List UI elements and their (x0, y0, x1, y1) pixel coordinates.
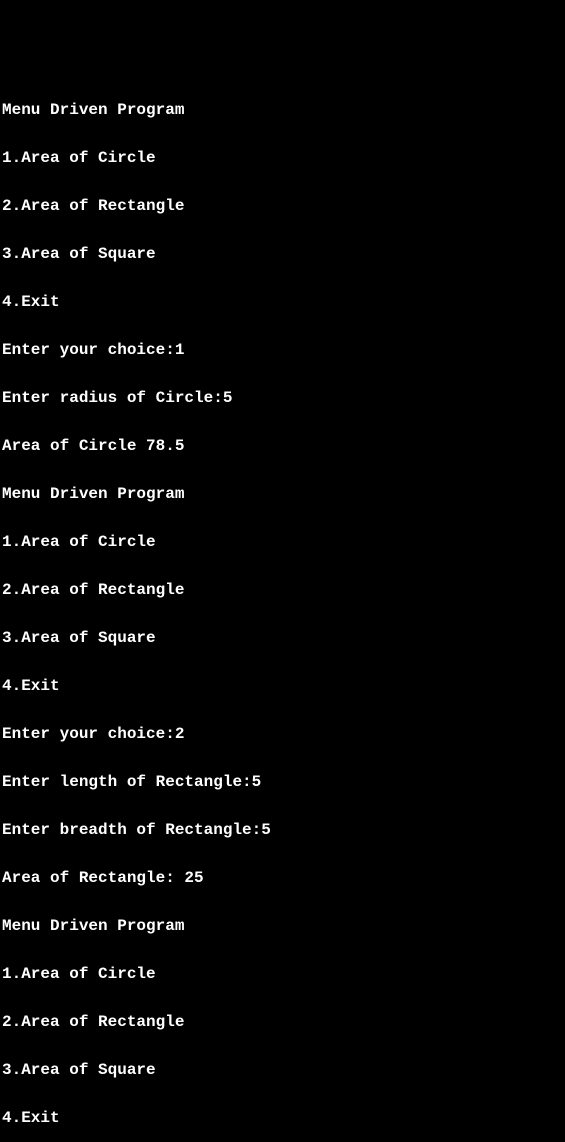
terminal-line: Enter breadth of Rectangle:5 (2, 818, 565, 842)
terminal-line: 3.Area of Square (2, 626, 565, 650)
terminal-line: Menu Driven Program (2, 914, 565, 938)
terminal-line: Menu Driven Program (2, 482, 565, 506)
terminal-line: 2.Area of Rectangle (2, 194, 565, 218)
terminal-line: 1.Area of Circle (2, 962, 565, 986)
terminal-line: Enter radius of Circle:5 (2, 386, 565, 410)
terminal-line: Enter your choice:1 (2, 338, 565, 362)
terminal-line: 4.Exit (2, 290, 565, 314)
terminal-line: Enter your choice:2 (2, 722, 565, 746)
terminal-line: 2.Area of Rectangle (2, 1010, 565, 1034)
terminal-line: Area of Circle 78.5 (2, 434, 565, 458)
terminal-line: 4.Exit (2, 674, 565, 698)
terminal-line: 3.Area of Square (2, 1058, 565, 1082)
terminal-line: 1.Area of Circle (2, 146, 565, 170)
terminal-line: Area of Rectangle: 25 (2, 866, 565, 890)
terminal-line: 4.Exit (2, 1106, 565, 1130)
terminal-line: 2.Area of Rectangle (2, 578, 565, 602)
terminal-line: 3.Area of Square (2, 242, 565, 266)
terminal-line: Menu Driven Program (2, 98, 565, 122)
terminal-line: Enter length of Rectangle:5 (2, 770, 565, 794)
terminal-line: 1.Area of Circle (2, 530, 565, 554)
